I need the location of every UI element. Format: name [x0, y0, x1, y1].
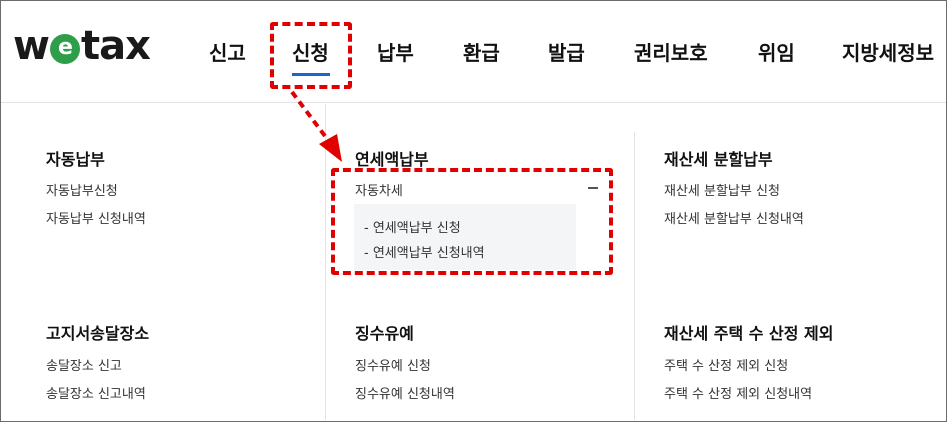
annotation-arrow	[290, 90, 342, 162]
